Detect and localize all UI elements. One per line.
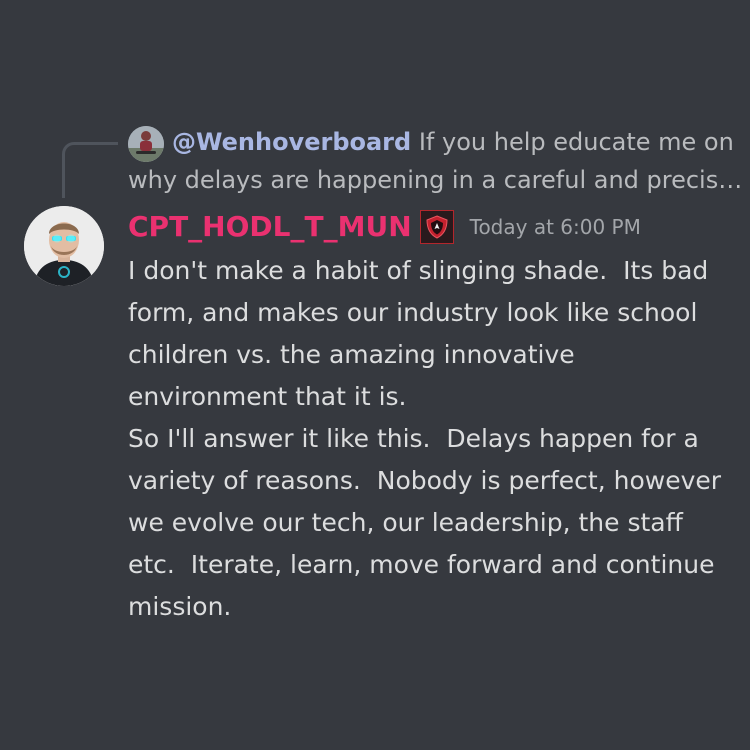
- reply-connector-line: [62, 142, 118, 198]
- author-avatar[interactable]: [24, 206, 104, 286]
- shield-badge-icon: [426, 215, 448, 239]
- user-avatar-icon: [24, 206, 104, 286]
- reply-header[interactable]: @Wenhoverboard If you help educate me on: [172, 124, 734, 160]
- user-avatar-icon: [128, 126, 164, 162]
- author-name[interactable]: CPT_HODL_T_MUN: [128, 207, 412, 247]
- message-header: CPT_HODL_T_MUN Today at 6:00 PM: [128, 207, 641, 247]
- message-content: I don't make a habit of slinging shade. …: [128, 250, 728, 628]
- reply-preview-continuation[interactable]: why delays are happening in a careful an…: [128, 162, 742, 198]
- message-paragraph: I don't make a habit of slinging shade. …: [128, 256, 717, 411]
- message-timestamp[interactable]: Today at 6:00 PM: [470, 207, 641, 247]
- chat-view: @Wenhoverboard If you help educate me on…: [0, 0, 750, 750]
- reply-preview-text[interactable]: If you help educate me on: [419, 128, 734, 156]
- reply-username[interactable]: @Wenhoverboard: [172, 128, 411, 156]
- message-paragraph: So I'll answer it like this. Delays happ…: [128, 424, 729, 621]
- role-badge[interactable]: [419, 210, 454, 244]
- reply-avatar[interactable]: [128, 126, 164, 162]
